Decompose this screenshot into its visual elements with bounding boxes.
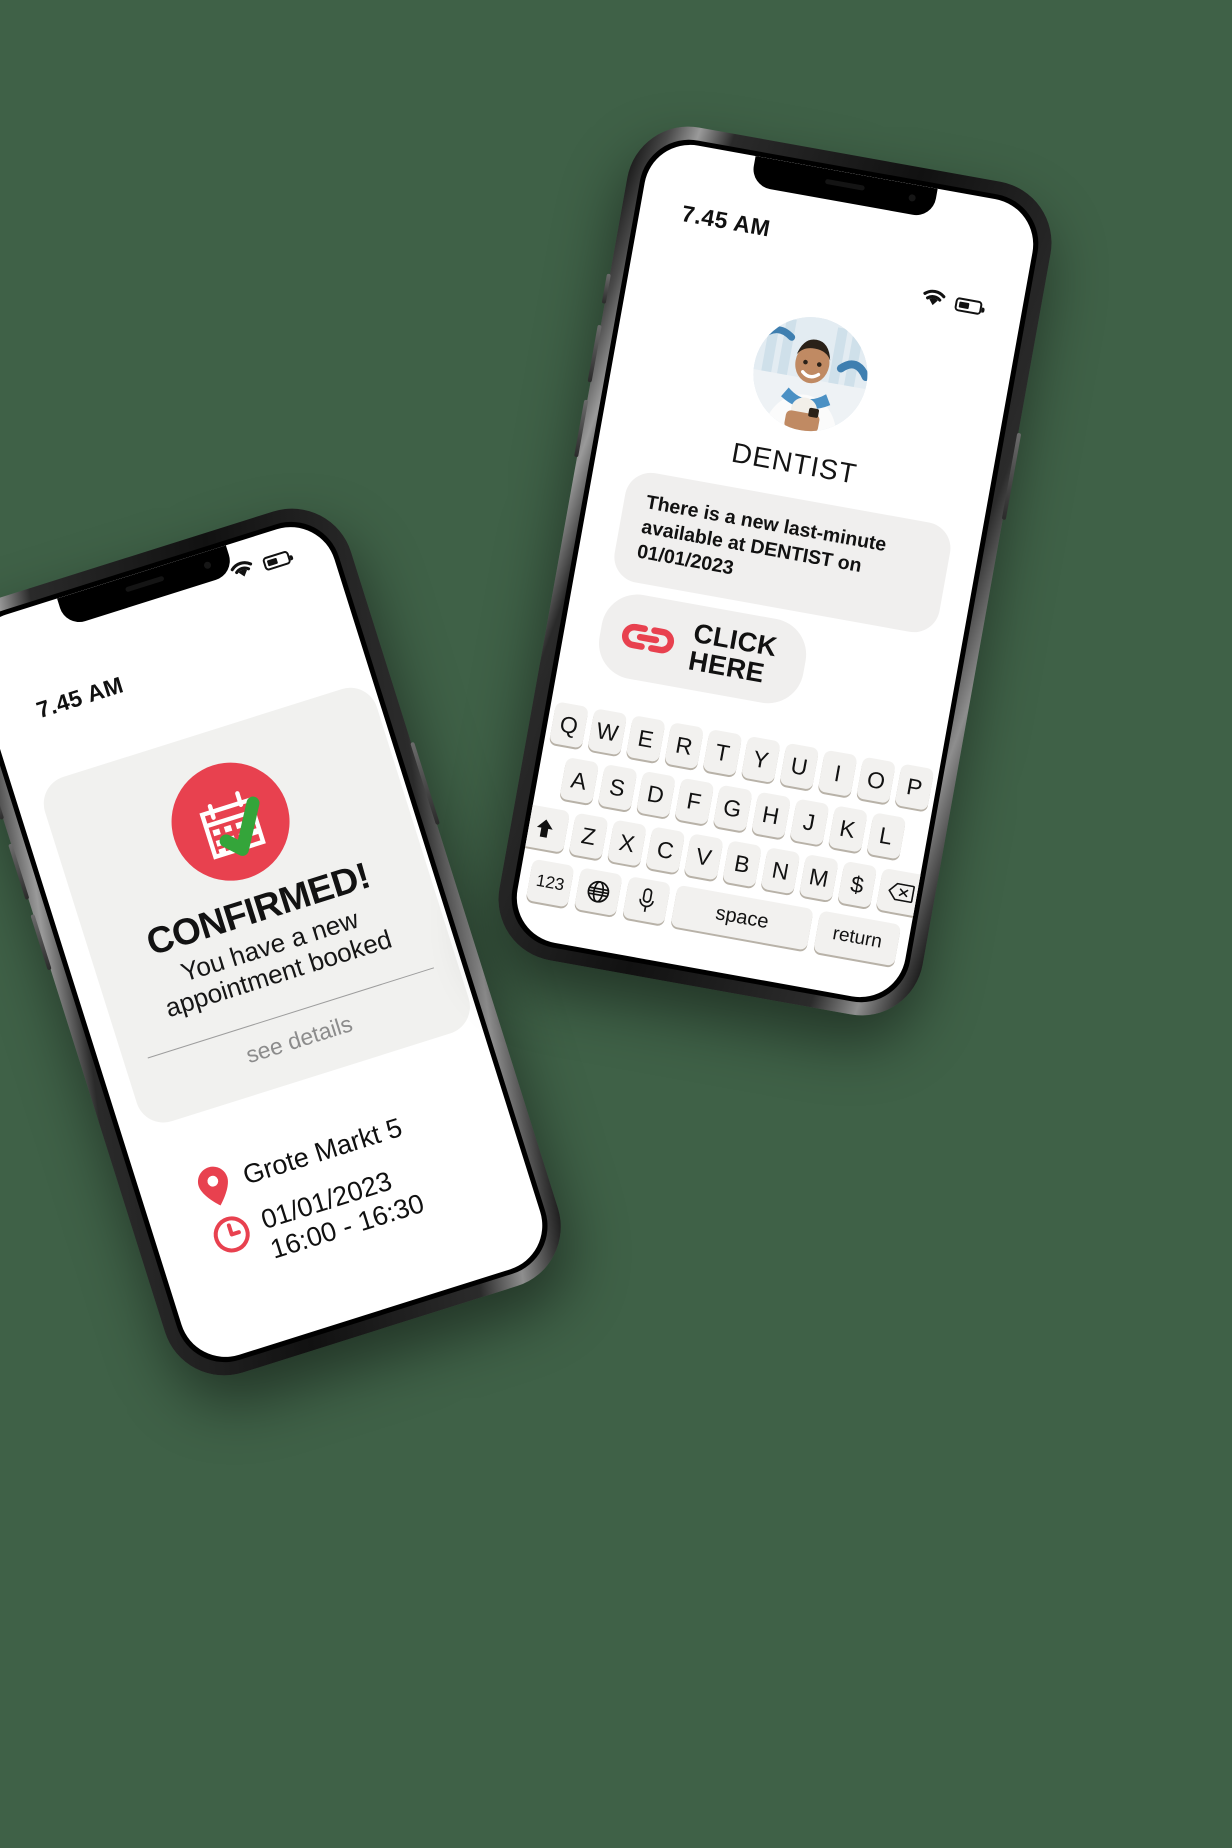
microphone-icon[interactable] bbox=[622, 876, 672, 925]
key-p[interactable]: P bbox=[894, 763, 935, 811]
clock-icon bbox=[208, 1211, 256, 1259]
wifi-icon bbox=[919, 286, 949, 314]
key-a[interactable]: A bbox=[558, 756, 599, 805]
battery-icon bbox=[953, 296, 983, 316]
confirmation-screen: 7.45 AM CONFIRMED! You have a new appoin… bbox=[0, 515, 554, 1369]
mute-switch[interactable] bbox=[0, 788, 5, 820]
speaker-grill bbox=[824, 178, 865, 191]
key-dollar[interactable]: $ bbox=[837, 860, 878, 909]
location-pin-icon bbox=[192, 1160, 238, 1212]
key-m[interactable]: M bbox=[798, 854, 839, 902]
power-button[interactable] bbox=[1001, 432, 1022, 521]
volume-up-button[interactable] bbox=[587, 324, 602, 383]
status-icons-right bbox=[919, 286, 984, 321]
front-camera bbox=[908, 193, 917, 202]
key-t[interactable]: T bbox=[702, 728, 743, 777]
phone-bezel: 7.45 AM bbox=[0, 509, 561, 1375]
mockup-stage: 7.45 AM CONFIRMED! You have a new appoin… bbox=[0, 0, 1232, 1848]
avatar bbox=[744, 307, 877, 441]
key-c[interactable]: C bbox=[645, 826, 686, 874]
calendar-check-icon bbox=[156, 747, 305, 896]
notch bbox=[750, 156, 938, 219]
numbers-key[interactable]: 123 bbox=[525, 858, 575, 908]
key-u[interactable]: U bbox=[779, 742, 820, 790]
key-o[interactable]: O bbox=[856, 756, 897, 804]
key-i[interactable]: I bbox=[817, 749, 858, 797]
key-x[interactable]: X bbox=[607, 819, 647, 867]
battery-icon bbox=[261, 549, 292, 572]
appointment-details: Grote Markt 5 01/01/2023 16:00 - 16:30 bbox=[192, 1080, 516, 1291]
onscreen-keyboard: Q W E R T Y U I O P A S D F G H J K L Z … bbox=[514, 691, 941, 979]
phone-bezel: 7.45 AM bbox=[503, 131, 1047, 1011]
speaker-grill bbox=[125, 575, 165, 593]
click-here-label: CLICK HERE bbox=[686, 617, 780, 689]
status-time-right: 7.45 AM bbox=[679, 200, 773, 242]
key-s[interactable]: S bbox=[597, 763, 638, 812]
key-j[interactable]: J bbox=[789, 798, 830, 846]
key-k[interactable]: K bbox=[827, 805, 868, 853]
key-l[interactable]: L bbox=[865, 812, 906, 860]
shift-arrow-icon[interactable] bbox=[519, 803, 571, 853]
key-h[interactable]: H bbox=[750, 791, 791, 839]
key-r[interactable]: R bbox=[664, 722, 705, 770]
key-g[interactable]: G bbox=[712, 784, 753, 832]
backspace-icon[interactable] bbox=[875, 867, 927, 917]
space-key[interactable]: space bbox=[670, 884, 814, 951]
notch bbox=[57, 545, 235, 628]
globe-icon[interactable] bbox=[574, 867, 623, 917]
status-time-left: 7.45 AM bbox=[33, 671, 127, 724]
key-n[interactable]: N bbox=[760, 847, 801, 895]
key-d[interactable]: D bbox=[635, 770, 676, 818]
volume-down-button[interactable] bbox=[30, 913, 52, 971]
key-b[interactable]: B bbox=[722, 840, 763, 888]
key-f[interactable]: F bbox=[673, 777, 714, 825]
volume-up-button[interactable] bbox=[8, 843, 30, 900]
chat-phone: 7.45 AM DENTIST There is a new last-minu… bbox=[488, 116, 1062, 1026]
key-z[interactable]: Z bbox=[568, 812, 609, 860]
chat-screen: 7.45 AM DENTIST There is a new last-minu… bbox=[509, 137, 1041, 1005]
key-q[interactable]: Q bbox=[549, 701, 589, 749]
key-v[interactable]: V bbox=[683, 833, 724, 881]
key-y[interactable]: Y bbox=[740, 735, 781, 784]
wifi-icon bbox=[227, 556, 259, 587]
confirmation-phone: 7.45 AM CONFIRMED! You have a new appoin… bbox=[0, 492, 577, 1392]
mute-switch[interactable] bbox=[601, 273, 611, 304]
front-camera bbox=[202, 560, 212, 570]
return-key[interactable]: return bbox=[813, 910, 902, 967]
status-icons-left bbox=[227, 545, 293, 587]
volume-down-button[interactable] bbox=[574, 399, 589, 458]
key-e[interactable]: E bbox=[625, 715, 666, 763]
key-w[interactable]: W bbox=[587, 708, 628, 756]
chain-link-icon bbox=[617, 614, 679, 663]
